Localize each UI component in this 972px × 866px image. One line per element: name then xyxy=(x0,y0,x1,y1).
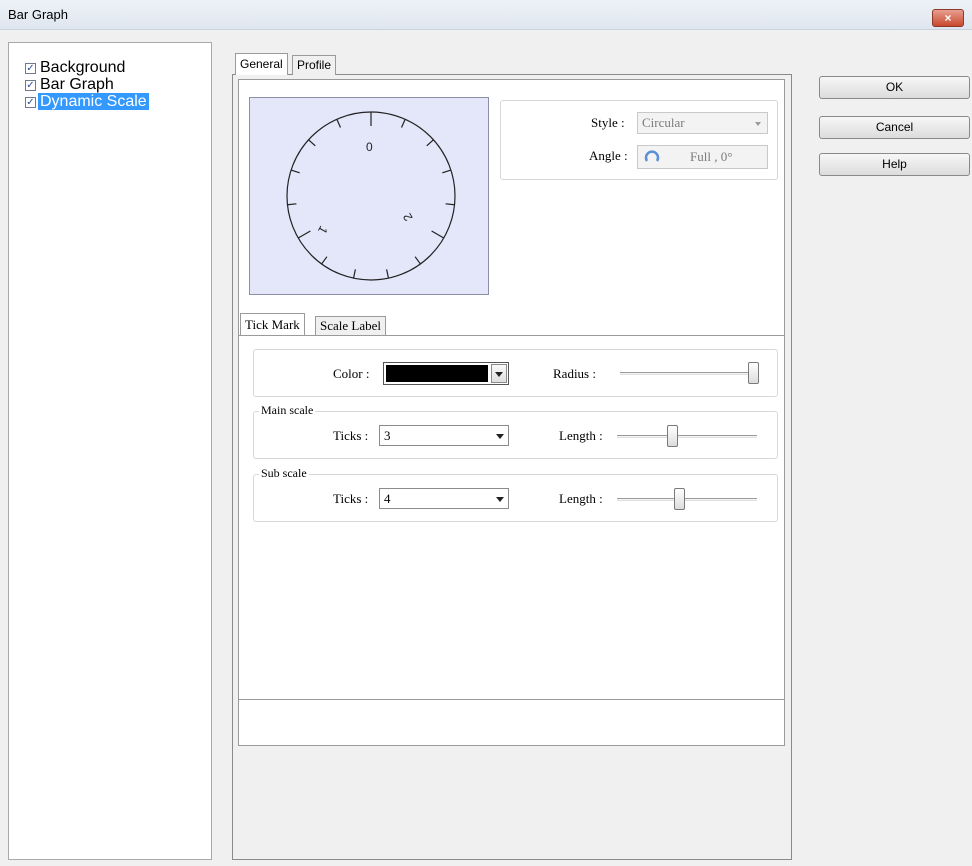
main-ticks-label: Ticks : xyxy=(333,428,369,443)
divider xyxy=(238,699,785,700)
sub-tick xyxy=(414,256,421,265)
chevron-down-icon xyxy=(496,434,504,439)
chevron-down-icon xyxy=(495,372,503,377)
main-tick xyxy=(431,230,445,239)
sub-length-slider-thumb[interactable] xyxy=(674,488,685,510)
color-label: Color : xyxy=(333,366,370,381)
angle-value: Full , 0° xyxy=(690,149,733,164)
checkbox-icon[interactable]: ✓ xyxy=(25,80,36,91)
sub-tick xyxy=(426,139,434,147)
tab-general[interactable]: General xyxy=(235,53,288,75)
scale-label-1: 1 xyxy=(315,224,331,237)
radius-slider-track[interactable] xyxy=(620,372,758,375)
tab-scale-label[interactable]: Scale Label xyxy=(315,316,386,336)
sub-scale-title: Sub scale xyxy=(259,466,309,481)
tree-item-bar-graph[interactable]: ✓ Bar Graph xyxy=(25,76,120,93)
layer-tree: ✓ Background ✓ Bar Graph ✓ Dynamic Scale xyxy=(8,42,212,860)
radius-slider-thumb[interactable] xyxy=(748,362,759,384)
sub-ticks-select[interactable]: 4 xyxy=(379,488,509,509)
chevron-down-icon xyxy=(496,497,504,502)
sub-ticks-label: Ticks : xyxy=(333,491,369,506)
close-button[interactable]: × xyxy=(932,9,964,27)
ok-button[interactable]: OK xyxy=(819,76,970,99)
sub-tick xyxy=(287,203,297,206)
angle-button: Full , 0° xyxy=(637,145,768,169)
main-length-slider-thumb[interactable] xyxy=(667,425,678,447)
title-bar: Bar Graph × xyxy=(0,0,972,30)
close-icon: × xyxy=(944,11,952,25)
sub-tick xyxy=(400,119,406,128)
main-scale-title: Main scale xyxy=(259,403,316,418)
sub-tick xyxy=(442,169,452,174)
sub-tick xyxy=(352,269,356,279)
angle-arc-icon xyxy=(644,150,660,162)
sub-tick xyxy=(321,256,328,265)
main-length-label: Length : xyxy=(559,428,603,443)
tree-item-label: Dynamic Scale xyxy=(38,93,149,110)
tab-profile[interactable]: Profile xyxy=(292,55,337,75)
sub-tick xyxy=(386,269,390,279)
scale-circle xyxy=(286,111,456,281)
angle-label: Angle : xyxy=(589,148,628,163)
style-group: Style : Circular Angle : Full , 0° xyxy=(500,100,778,180)
color-dropdown-button[interactable] xyxy=(491,364,507,383)
main-length-slider-track[interactable] xyxy=(617,435,757,438)
color-radius-group: Color : Radius : xyxy=(253,349,778,397)
sub-tick xyxy=(290,169,300,174)
window-title: Bar Graph xyxy=(8,7,68,22)
main-ticks-value: 3 xyxy=(384,428,391,443)
main-tick xyxy=(297,230,311,239)
sub-tick xyxy=(336,119,342,128)
tree-item-dynamic-scale[interactable]: ✓ Dynamic Scale xyxy=(25,93,153,110)
sub-ticks-value: 4 xyxy=(384,491,391,506)
circular-scale-preview: 0 1 2 xyxy=(286,111,456,281)
tab-tick-mark[interactable]: Tick Mark xyxy=(240,313,305,336)
color-picker[interactable] xyxy=(383,362,509,385)
tree-item-label: Bar Graph xyxy=(40,76,114,93)
color-swatch xyxy=(386,365,488,382)
sub-tick xyxy=(308,139,316,147)
chevron-down-icon xyxy=(755,122,761,126)
style-select: Circular xyxy=(637,112,768,134)
checkbox-icon[interactable]: ✓ xyxy=(25,63,36,74)
style-value: Circular xyxy=(642,115,685,130)
sub-length-label: Length : xyxy=(559,491,603,506)
help-button[interactable]: Help xyxy=(819,153,970,176)
main-ticks-select[interactable]: 3 xyxy=(379,425,509,446)
tree-item-background[interactable]: ✓ Background xyxy=(25,59,131,76)
tree-item-label: Background xyxy=(40,59,126,76)
cancel-button[interactable]: Cancel xyxy=(819,116,970,139)
scale-preview: 0 1 2 xyxy=(249,97,489,295)
sub-length-slider-track[interactable] xyxy=(617,498,757,501)
checkbox-icon[interactable]: ✓ xyxy=(25,97,36,108)
style-label: Style : xyxy=(591,115,625,130)
sub-tick xyxy=(445,203,455,206)
scale-label-2: 2 xyxy=(400,210,416,223)
scale-label-0: 0 xyxy=(366,140,373,154)
divider xyxy=(238,335,785,336)
radius-label: Radius : xyxy=(553,366,596,381)
